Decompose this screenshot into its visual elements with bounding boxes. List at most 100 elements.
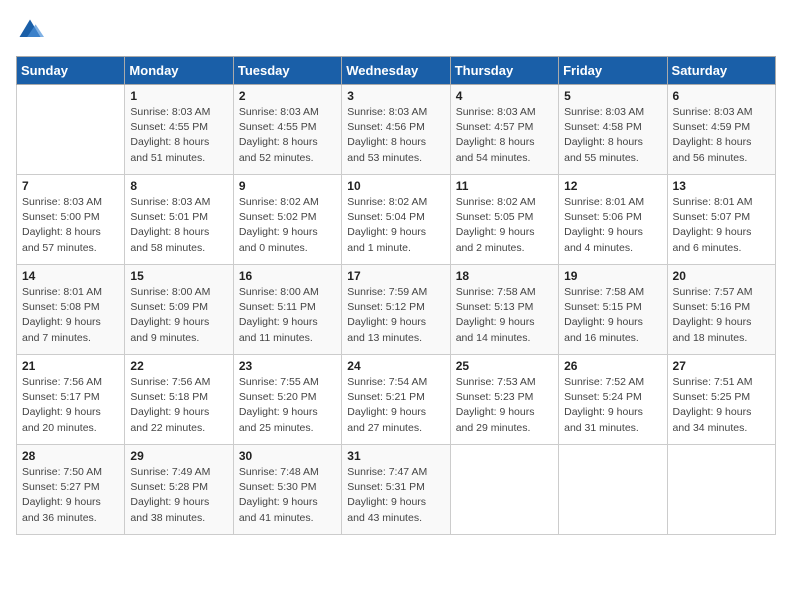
day-number: 29: [130, 449, 227, 463]
day-of-week-header: Monday: [125, 57, 233, 85]
day-info: Sunrise: 7:50 AMSunset: 5:27 PMDaylight:…: [22, 465, 119, 526]
calendar-cell: 20 Sunrise: 7:57 AMSunset: 5:16 PMDayligh…: [667, 265, 775, 355]
day-number: 5: [564, 89, 661, 103]
day-number: 26: [564, 359, 661, 373]
day-number: 15: [130, 269, 227, 283]
day-number: 30: [239, 449, 336, 463]
day-info: Sunrise: 8:02 AMSunset: 5:02 PMDaylight:…: [239, 195, 336, 256]
calendar-week-row: 21 Sunrise: 7:56 AMSunset: 5:17 PMDayligh…: [17, 355, 776, 445]
day-number: 23: [239, 359, 336, 373]
day-number: 16: [239, 269, 336, 283]
day-info: Sunrise: 7:56 AMSunset: 5:18 PMDaylight:…: [130, 375, 227, 436]
day-info: Sunrise: 8:03 AMSunset: 4:55 PMDaylight:…: [130, 105, 227, 166]
day-number: 7: [22, 179, 119, 193]
day-number: 31: [347, 449, 444, 463]
calendar-cell: 4 Sunrise: 8:03 AMSunset: 4:57 PMDaylight…: [450, 85, 558, 175]
calendar-cell: 8 Sunrise: 8:03 AMSunset: 5:01 PMDaylight…: [125, 175, 233, 265]
calendar-cell: 30 Sunrise: 7:48 AMSunset: 5:30 PMDayligh…: [233, 445, 341, 535]
calendar-cell: 23 Sunrise: 7:55 AMSunset: 5:20 PMDayligh…: [233, 355, 341, 445]
day-info: Sunrise: 7:58 AMSunset: 5:15 PMDaylight:…: [564, 285, 661, 346]
day-number: 17: [347, 269, 444, 283]
day-info: Sunrise: 7:58 AMSunset: 5:13 PMDaylight:…: [456, 285, 553, 346]
day-info: Sunrise: 7:49 AMSunset: 5:28 PMDaylight:…: [130, 465, 227, 526]
calendar-cell: 7 Sunrise: 8:03 AMSunset: 5:00 PMDaylight…: [17, 175, 125, 265]
day-info: Sunrise: 8:01 AMSunset: 5:08 PMDaylight:…: [22, 285, 119, 346]
calendar-cell: 3Sunrise: 8:03 AMSunset: 4:56 PMDaylight…: [342, 85, 450, 175]
day-info: Sunrise: 8:00 AMSunset: 5:09 PMDaylight:…: [130, 285, 227, 346]
day-number: 11: [456, 179, 553, 193]
calendar-cell: 22 Sunrise: 7:56 AMSunset: 5:18 PMDayligh…: [125, 355, 233, 445]
calendar-cell: 28 Sunrise: 7:50 AMSunset: 5:27 PMDayligh…: [17, 445, 125, 535]
calendar-cell: 19Sunrise: 7:58 AMSunset: 5:15 PMDayligh…: [559, 265, 667, 355]
day-number: 28: [22, 449, 119, 463]
day-info: Sunrise: 8:02 AMSunset: 5:04 PMDaylight:…: [347, 195, 444, 256]
day-of-week-header: Thursday: [450, 57, 558, 85]
calendar-header-row: SundayMondayTuesdayWednesdayThursdayFrid…: [17, 57, 776, 85]
day-info: Sunrise: 8:01 AMSunset: 5:06 PMDaylight:…: [564, 195, 661, 256]
day-number: 22: [130, 359, 227, 373]
calendar-cell: [667, 445, 775, 535]
day-info: Sunrise: 8:03 AMSunset: 4:58 PMDaylight:…: [564, 105, 661, 166]
calendar-cell: 15 Sunrise: 8:00 AMSunset: 5:09 PMDayligh…: [125, 265, 233, 355]
day-info: Sunrise: 7:55 AMSunset: 5:20 PMDaylight:…: [239, 375, 336, 436]
day-number: 2: [239, 89, 336, 103]
day-number: 20: [673, 269, 770, 283]
day-info: Sunrise: 8:01 AMSunset: 5:07 PMDaylight:…: [673, 195, 770, 256]
day-number: 27: [673, 359, 770, 373]
day-number: 21: [22, 359, 119, 373]
calendar-cell: 17 Sunrise: 7:59 AMSunset: 5:12 PMDayligh…: [342, 265, 450, 355]
day-of-week-header: Wednesday: [342, 57, 450, 85]
calendar-week-row: 28 Sunrise: 7:50 AMSunset: 5:27 PMDayligh…: [17, 445, 776, 535]
calendar-cell: 29 Sunrise: 7:49 AMSunset: 5:28 PMDayligh…: [125, 445, 233, 535]
calendar-week-row: 1Sunrise: 8:03 AMSunset: 4:55 PMDaylight…: [17, 85, 776, 175]
day-info: Sunrise: 7:54 AMSunset: 5:21 PMDaylight:…: [347, 375, 444, 436]
day-number: 13: [673, 179, 770, 193]
day-info: Sunrise: 8:03 AMSunset: 4:55 PMDaylight:…: [239, 105, 336, 166]
day-info: Sunrise: 8:00 AMSunset: 5:11 PMDaylight:…: [239, 285, 336, 346]
day-number: 10: [347, 179, 444, 193]
calendar-cell: 18 Sunrise: 7:58 AMSunset: 5:13 PMDayligh…: [450, 265, 558, 355]
calendar-cell: 25 Sunrise: 7:53 AMSunset: 5:23 PMDayligh…: [450, 355, 558, 445]
day-number: 9: [239, 179, 336, 193]
calendar-cell: 1Sunrise: 8:03 AMSunset: 4:55 PMDaylight…: [125, 85, 233, 175]
day-info: Sunrise: 7:48 AMSunset: 5:30 PMDaylight:…: [239, 465, 336, 526]
day-number: 8: [130, 179, 227, 193]
day-number: 14: [22, 269, 119, 283]
day-info: Sunrise: 7:59 AMSunset: 5:12 PMDaylight:…: [347, 285, 444, 346]
calendar-cell: 14 Sunrise: 8:01 AMSunset: 5:08 PMDayligh…: [17, 265, 125, 355]
calendar-cell: 11 Sunrise: 8:02 AMSunset: 5:05 PMDayligh…: [450, 175, 558, 265]
calendar-cell: 31Sunrise: 7:47 AMSunset: 5:31 PMDayligh…: [342, 445, 450, 535]
logo-icon: [16, 16, 44, 44]
calendar-cell: [450, 445, 558, 535]
day-info: Sunrise: 8:03 AMSunset: 5:00 PMDaylight:…: [22, 195, 119, 256]
day-info: Sunrise: 7:53 AMSunset: 5:23 PMDaylight:…: [456, 375, 553, 436]
day-info: Sunrise: 8:03 AMSunset: 4:59 PMDaylight:…: [673, 105, 770, 166]
calendar-cell: 2 Sunrise: 8:03 AMSunset: 4:55 PMDaylight…: [233, 85, 341, 175]
day-number: 4: [456, 89, 553, 103]
day-number: 18: [456, 269, 553, 283]
day-info: Sunrise: 7:51 AMSunset: 5:25 PMDaylight:…: [673, 375, 770, 436]
calendar-cell: 13 Sunrise: 8:01 AMSunset: 5:07 PMDayligh…: [667, 175, 775, 265]
day-of-week-header: Saturday: [667, 57, 775, 85]
day-info: Sunrise: 8:02 AMSunset: 5:05 PMDaylight:…: [456, 195, 553, 256]
day-of-week-header: Tuesday: [233, 57, 341, 85]
day-info: Sunrise: 8:03 AMSunset: 4:57 PMDaylight:…: [456, 105, 553, 166]
calendar-cell: 21 Sunrise: 7:56 AMSunset: 5:17 PMDayligh…: [17, 355, 125, 445]
day-info: Sunrise: 7:52 AMSunset: 5:24 PMDaylight:…: [564, 375, 661, 436]
day-of-week-header: Friday: [559, 57, 667, 85]
day-info: Sunrise: 7:56 AMSunset: 5:17 PMDaylight:…: [22, 375, 119, 436]
calendar-cell: 9 Sunrise: 8:02 AMSunset: 5:02 PMDaylight…: [233, 175, 341, 265]
day-info: Sunrise: 7:57 AMSunset: 5:16 PMDaylight:…: [673, 285, 770, 346]
calendar-week-row: 14 Sunrise: 8:01 AMSunset: 5:08 PMDayligh…: [17, 265, 776, 355]
calendar-cell: 12Sunrise: 8:01 AMSunset: 5:06 PMDayligh…: [559, 175, 667, 265]
calendar-cell: 5 Sunrise: 8:03 AMSunset: 4:58 PMDaylight…: [559, 85, 667, 175]
day-info: Sunrise: 8:03 AMSunset: 5:01 PMDaylight:…: [130, 195, 227, 256]
day-number: 25: [456, 359, 553, 373]
calendar-cell: 24Sunrise: 7:54 AMSunset: 5:21 PMDayligh…: [342, 355, 450, 445]
logo: [16, 16, 48, 44]
calendar-cell: 16 Sunrise: 8:00 AMSunset: 5:11 PMDayligh…: [233, 265, 341, 355]
calendar-cell: [17, 85, 125, 175]
calendar-cell: [559, 445, 667, 535]
calendar-cell: 10 Sunrise: 8:02 AMSunset: 5:04 PMDayligh…: [342, 175, 450, 265]
day-info: Sunrise: 8:03 AMSunset: 4:56 PMDaylight:…: [347, 105, 444, 166]
